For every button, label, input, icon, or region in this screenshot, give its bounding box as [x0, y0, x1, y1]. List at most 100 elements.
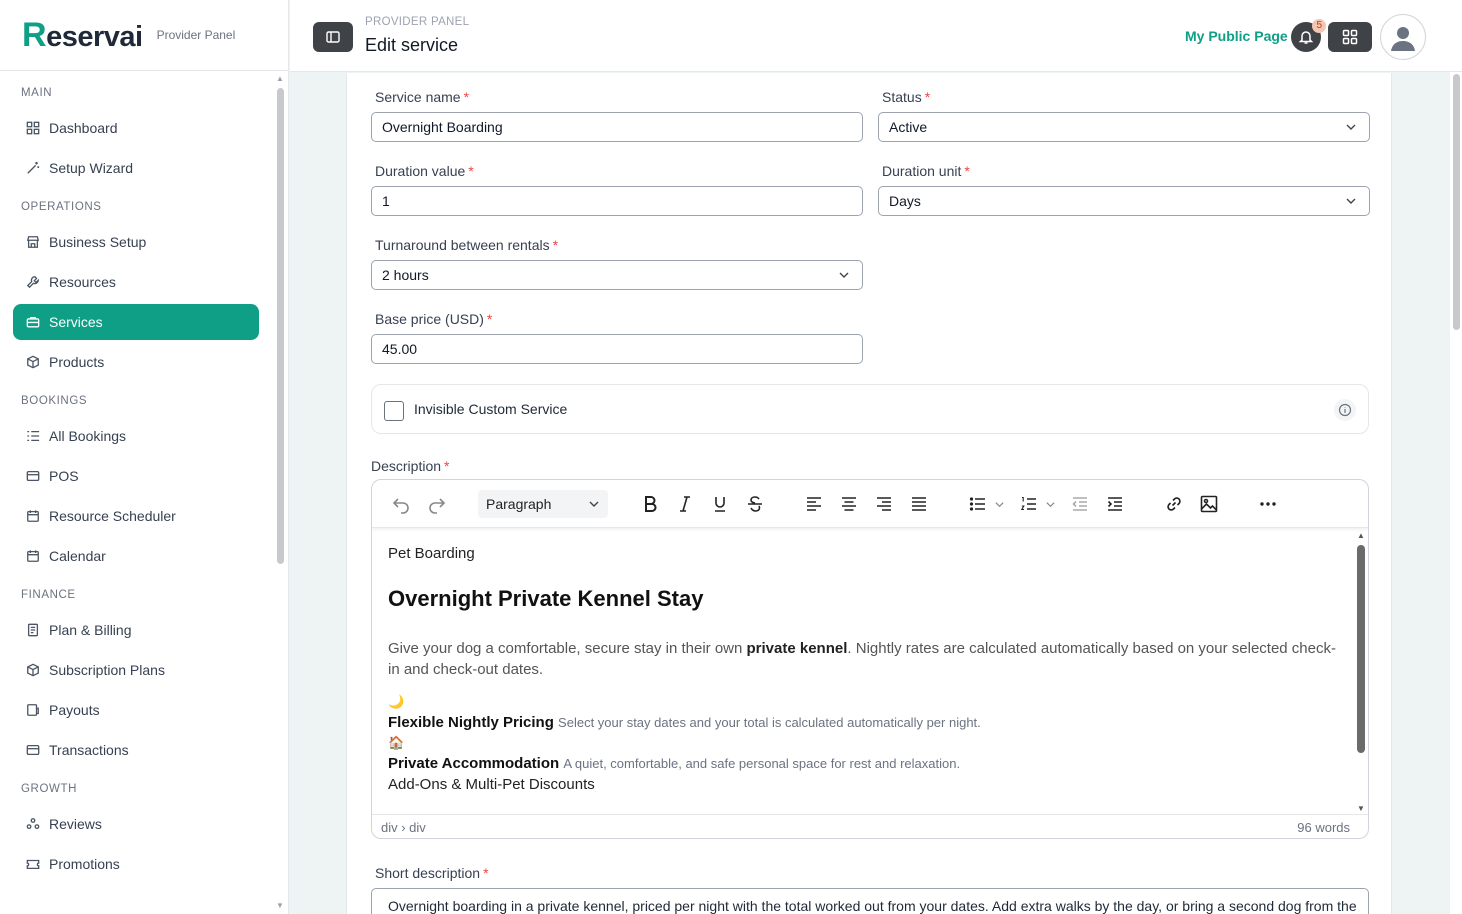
- sidebar-item-calendar[interactable]: Calendar: [13, 538, 259, 574]
- sidebar-item-label: Resource Scheduler: [49, 508, 176, 524]
- scroll-down-arrow-icon[interactable]: ▼: [1357, 804, 1365, 813]
- sidebar-scrollbar[interactable]: ▲ ▼: [274, 72, 288, 914]
- status-value: Active: [889, 119, 928, 135]
- list-icon: [25, 428, 41, 444]
- sidebar-item-resource-scheduler[interactable]: Resource Scheduler: [13, 498, 259, 534]
- scroll-up-arrow-icon[interactable]: ▲: [276, 74, 284, 83]
- sidebar-item-transactions[interactable]: Transactions: [13, 732, 259, 768]
- sidebar-item-pos[interactable]: POS: [13, 458, 259, 494]
- numbered-list-icon[interactable]: [1017, 492, 1041, 516]
- sidebar-item-label: Business Setup: [49, 234, 147, 250]
- edit-service-form: Service name * Overnight Boarding Status *…: [346, 73, 1392, 914]
- sidebar-item-subscription-plans[interactable]: Subscription Plans: [13, 652, 259, 688]
- apps-menu-button[interactable]: [1328, 22, 1372, 52]
- scrollbar-thumb[interactable]: [1453, 74, 1460, 330]
- outdent-icon[interactable]: [1068, 492, 1092, 516]
- user-avatar[interactable]: [1380, 14, 1426, 60]
- underline-icon[interactable]: [708, 492, 732, 516]
- italic-icon[interactable]: [673, 492, 697, 516]
- page-scrollbar[interactable]: [1450, 72, 1462, 914]
- element-path[interactable]: div › div: [381, 820, 426, 835]
- turnaround-select[interactable]: 2 hours: [371, 260, 863, 290]
- scroll-down-arrow-icon[interactable]: ▼: [276, 901, 284, 910]
- duration-unit-select[interactable]: Days: [878, 186, 1370, 216]
- invisible-service-checkbox[interactable]: [384, 401, 404, 421]
- feature-nightly-pricing: Flexible Nightly Pricing Select your sta…: [388, 712, 1340, 733]
- short-description-label: Short description *: [375, 865, 489, 881]
- sidebar-item-plan-billing[interactable]: Plan & Billing: [13, 612, 259, 648]
- sidebar-item-payouts[interactable]: Payouts: [13, 692, 259, 728]
- status-select[interactable]: Active: [878, 112, 1370, 142]
- logo[interactable]: Reservai: [22, 16, 143, 55]
- calendar-icon: [25, 508, 41, 524]
- sidebar-item-label: Dashboard: [49, 120, 118, 136]
- card-icon: [25, 468, 41, 484]
- more-options-icon[interactable]: [1256, 492, 1280, 516]
- scrollbar-thumb[interactable]: [277, 88, 284, 564]
- notifications-button[interactable]: 5: [1291, 19, 1326, 52]
- sidebar-nav: MAIN Dashboard Setup Wizard OPERATIONS B…: [0, 72, 272, 914]
- sidebar-item-dashboard[interactable]: Dashboard: [13, 110, 259, 146]
- sidebar-item-resources[interactable]: Resources: [13, 264, 259, 300]
- sidebar-item-services[interactable]: Services: [13, 304, 259, 340]
- section-title-main: MAIN: [21, 87, 53, 99]
- sidebar-item-setup-wizard[interactable]: Setup Wizard: [13, 150, 259, 186]
- top-header: PROVIDER PANEL Edit service My Public Pa…: [290, 0, 1462, 72]
- card-icon: [25, 742, 41, 758]
- ticket-icon: [25, 856, 41, 872]
- my-public-page-link[interactable]: My Public Page: [1185, 28, 1288, 44]
- sidebar-item-all-bookings[interactable]: All Bookings: [13, 418, 259, 454]
- align-left-icon[interactable]: [802, 492, 826, 516]
- base-price-input[interactable]: 45.00: [371, 334, 863, 364]
- panel-icon: [326, 31, 340, 43]
- brand-subtitle: Provider Panel: [156, 28, 236, 42]
- short-description-textarea[interactable]: Overnight boarding in a private kennel, …: [371, 888, 1369, 914]
- feature-text: Select your stay dates and your total is…: [558, 715, 981, 730]
- label-text: Base price (USD): [375, 311, 484, 327]
- redo-icon[interactable]: [425, 492, 449, 516]
- chevron-down-icon: [1346, 198, 1356, 204]
- chevron-down-icon[interactable]: [1043, 492, 1057, 516]
- chevron-down-icon[interactable]: [992, 492, 1006, 516]
- bullet-list-icon[interactable]: [966, 492, 990, 516]
- editor-content[interactable]: Pet Boarding Overnight Private Kennel St…: [372, 529, 1356, 815]
- scroll-up-arrow-icon[interactable]: ▲: [1357, 531, 1365, 540]
- link-icon[interactable]: [1162, 492, 1186, 516]
- info-icon[interactable]: [1334, 399, 1356, 421]
- sidebar-toggle-button[interactable]: [313, 22, 353, 52]
- content-addons: Add-Ons & Multi-Pet Discounts: [388, 776, 595, 793]
- service-name-input[interactable]: Overnight Boarding: [371, 112, 863, 142]
- intro-bold: private kennel: [746, 640, 848, 657]
- brand: Reservai Provider Panel: [0, 0, 288, 71]
- align-right-icon[interactable]: [872, 492, 896, 516]
- block-format-select[interactable]: Paragraph: [478, 490, 608, 518]
- sidebar: Reservai Provider Panel MAIN Dashboard S…: [0, 0, 289, 914]
- scrollbar-thumb[interactable]: [1357, 545, 1365, 753]
- box-icon: [25, 354, 41, 370]
- logo-text: eservai: [46, 20, 143, 53]
- align-justify-icon[interactable]: [907, 492, 931, 516]
- wrench-icon: [25, 274, 41, 290]
- sidebar-item-products[interactable]: Products: [13, 344, 259, 380]
- label-text: Status: [882, 89, 922, 105]
- sidebar-item-reviews[interactable]: Reviews: [13, 806, 259, 842]
- calendar-icon: [25, 548, 41, 564]
- sidebar-item-promotions[interactable]: Promotions: [13, 846, 259, 882]
- bold-icon[interactable]: [638, 492, 662, 516]
- image-icon[interactable]: [1197, 492, 1221, 516]
- editor-scrollbar[interactable]: ▲ ▼: [1354, 529, 1368, 815]
- strikethrough-icon[interactable]: [743, 492, 767, 516]
- section-title-bookings: BOOKINGS: [21, 395, 88, 407]
- required-marker: *: [924, 89, 931, 105]
- invisible-service-label[interactable]: Invisible Custom Service: [414, 401, 567, 417]
- undo-icon[interactable]: [389, 492, 413, 516]
- indent-icon[interactable]: [1103, 492, 1127, 516]
- label-text: Turnaround between rentals: [375, 237, 550, 253]
- duration-value-input[interactable]: 1: [371, 186, 863, 216]
- sidebar-item-business-setup[interactable]: Business Setup: [13, 224, 259, 260]
- main-content: Service name * Overnight Boarding Status *…: [290, 73, 1450, 914]
- turnaround-label: Turnaround between rentals *: [375, 237, 558, 253]
- word-count[interactable]: 96 words: [1297, 820, 1350, 835]
- label-text: Service name: [375, 89, 461, 105]
- align-center-icon[interactable]: [837, 492, 861, 516]
